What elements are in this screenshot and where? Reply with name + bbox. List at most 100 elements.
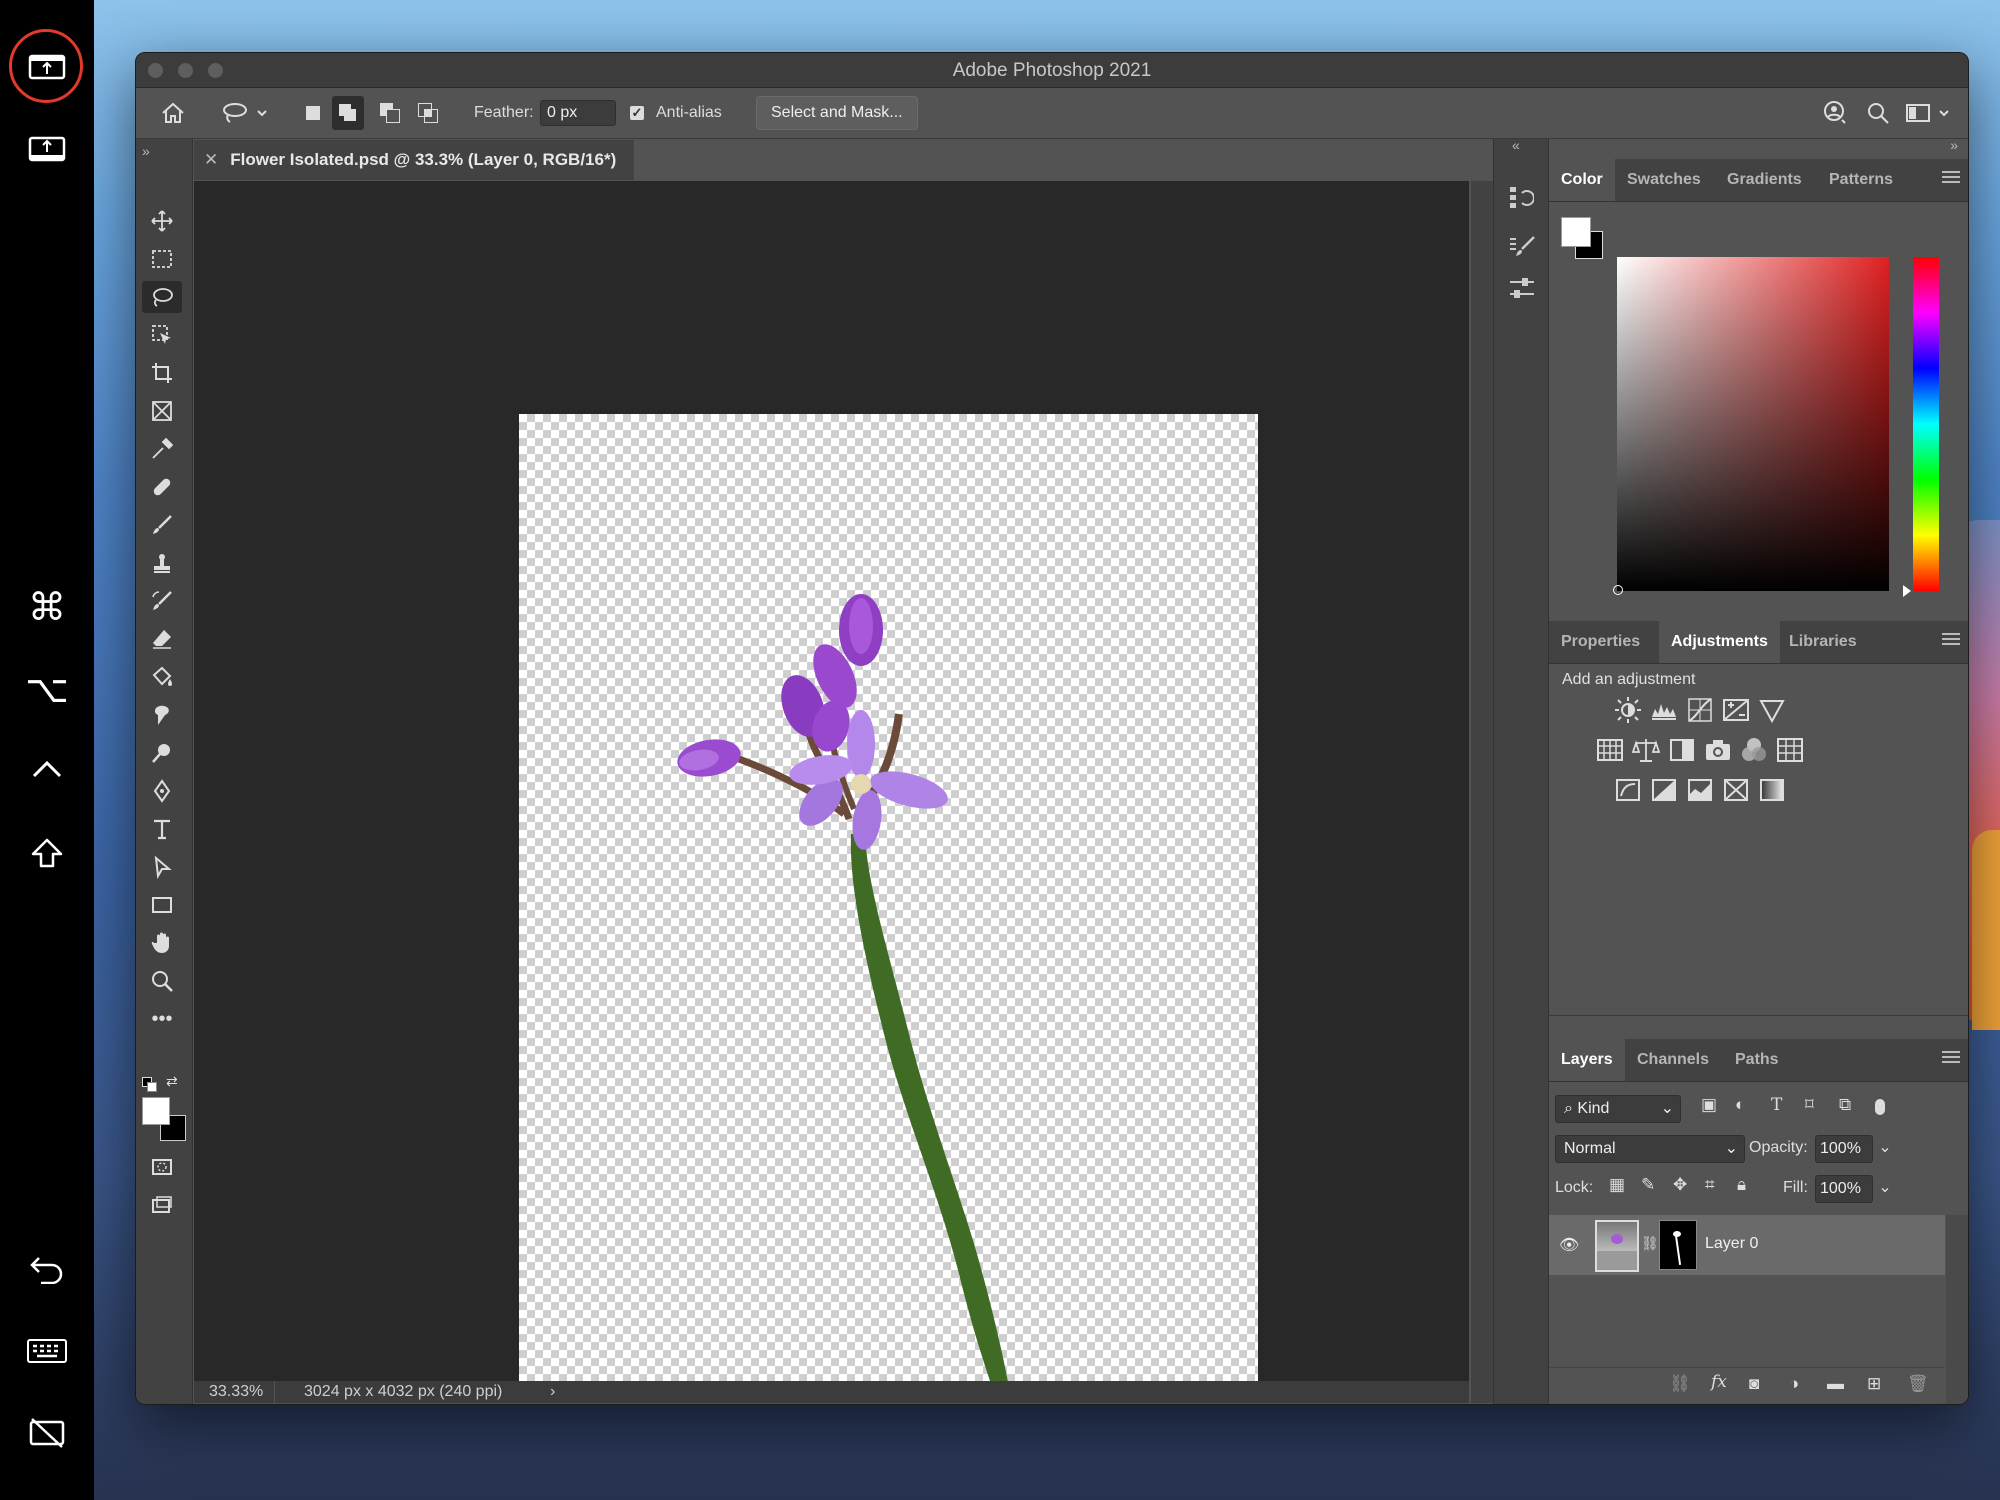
healing-brush-tool-icon[interactable] [142, 471, 182, 503]
tab-layers[interactable]: Layers [1549, 1039, 1625, 1081]
type-tool-icon[interactable] [142, 813, 182, 845]
color-balance-icon[interactable] [1631, 735, 1661, 765]
edit-toolbar-icon[interactable]: ••• [142, 1003, 182, 1035]
feather-input[interactable]: 0 px [540, 100, 616, 126]
tab-adjustments[interactable]: Adjustments [1659, 621, 1780, 663]
tab-patterns[interactable]: Patterns [1829, 159, 1893, 201]
clone-stamp-tool-icon[interactable] [142, 547, 182, 579]
filter-type-icon[interactable]: T [1771, 1095, 1782, 1115]
tab-libraries[interactable]: Libraries [1789, 621, 1857, 663]
black-white-icon[interactable] [1667, 735, 1697, 765]
hue-slider-handle[interactable] [1903, 585, 1911, 597]
rectangle-tool-icon[interactable] [142, 889, 182, 921]
tab-properties[interactable]: Properties [1561, 621, 1640, 663]
new-selection-icon[interactable] [306, 88, 320, 138]
tab-swatches[interactable]: Swatches [1627, 159, 1701, 201]
tab-channels[interactable]: Channels [1637, 1039, 1709, 1081]
select-and-mask-button[interactable]: Select and Mask... [756, 96, 918, 130]
vertical-scrollbar[interactable] [1471, 181, 1493, 1403]
keyboard-icon[interactable] [22, 1326, 72, 1376]
history-panel-icon[interactable] [1508, 183, 1535, 216]
color-panel-menu-icon[interactable] [1942, 171, 1960, 185]
workspace-icon[interactable] [1906, 88, 1952, 138]
image-canvas[interactable] [519, 414, 1258, 1398]
layer-row[interactable]: 👁︎ ⛓︎ Layer 0 [1549, 1215, 1945, 1275]
invert-icon[interactable] [1613, 775, 1643, 805]
opacity-input[interactable]: 100% [1815, 1135, 1873, 1163]
lock-position-icon[interactable]: ✥ [1673, 1175, 1687, 1195]
layer-mask-thumbnail[interactable] [1659, 1220, 1697, 1270]
filter-smart-object-icon[interactable]: ⧉ [1839, 1095, 1851, 1115]
document-tab[interactable]: ✕ Flower Isolated.psd @ 33.3% (Layer 0, … [194, 140, 634, 180]
posterize-icon[interactable] [1649, 775, 1679, 805]
color-picker-cursor[interactable] [1613, 585, 1623, 595]
hue-saturation-icon[interactable] [1595, 735, 1625, 765]
color-field[interactable] [1613, 257, 1889, 595]
link-layers-icon[interactable]: ⛓︎ [1669, 1374, 1691, 1394]
filter-pixel-icon[interactable]: ▣ [1701, 1095, 1717, 1115]
object-selection-tool-icon[interactable] [142, 319, 182, 351]
channel-mixer-icon[interactable] [1739, 735, 1769, 765]
smudge-tool-icon[interactable] [142, 699, 182, 731]
color-lookup-icon[interactable] [1775, 735, 1805, 765]
expand-toolbox-icon[interactable]: » [142, 143, 150, 159]
close-tab-icon[interactable]: ✕ [204, 150, 218, 170]
show-dock-icon[interactable] [22, 124, 72, 174]
status-menu-arrow-icon[interactable]: › [550, 1383, 555, 1401]
new-adjustment-layer-icon[interactable]: ◑ [1789, 1374, 1799, 1394]
opacity-dropdown-icon[interactable]: ⌄ [1875, 1135, 1895, 1161]
document-canvas-area[interactable] [194, 181, 1469, 1398]
delete-layer-icon[interactable]: 🗑︎ [1907, 1374, 1929, 1394]
filter-toggle-icon[interactable] [1875, 1099, 1885, 1115]
disconnect-sidecar-icon[interactable] [22, 1408, 72, 1458]
tab-paths[interactable]: Paths [1735, 1039, 1779, 1081]
zoom-level[interactable]: 33.33% [209, 1383, 263, 1401]
fill-input[interactable]: 100% [1815, 1175, 1873, 1203]
frame-tool-icon[interactable] [142, 395, 182, 427]
new-layer-icon[interactable]: ⊞ [1867, 1374, 1881, 1394]
show-menu-bar-icon[interactable] [22, 42, 72, 92]
layer-mask-link-icon[interactable]: ⛓︎ [1641, 1235, 1659, 1252]
tab-gradients[interactable]: Gradients [1727, 159, 1802, 201]
levels-icon[interactable] [1649, 695, 1679, 725]
crop-tool-icon[interactable] [142, 357, 182, 389]
hand-tool-icon[interactable] [142, 927, 182, 959]
pen-tool-icon[interactable] [142, 775, 182, 807]
photo-filter-icon[interactable] [1703, 735, 1733, 765]
swap-colors-icon[interactable]: ⇄ [166, 1073, 178, 1090]
new-group-icon[interactable]: ▬ [1827, 1374, 1844, 1394]
tab-color[interactable]: Color [1549, 159, 1615, 201]
filter-shape-icon[interactable]: ⌑ [1805, 1095, 1814, 1115]
quick-mask-icon[interactable] [142, 1151, 182, 1183]
adjustments-panel-menu-icon[interactable] [1942, 633, 1960, 647]
threshold-icon[interactable] [1685, 775, 1715, 805]
exposure-icon[interactable] [1721, 695, 1751, 725]
history-brush-tool-icon[interactable] [142, 585, 182, 617]
brush-tool-icon[interactable] [142, 509, 182, 541]
brush-settings-icon[interactable] [1508, 233, 1536, 266]
eraser-tool-icon[interactable] [142, 623, 182, 655]
marquee-tool-icon[interactable] [142, 243, 182, 275]
filter-adjustment-icon[interactable]: ◐ [1735, 1095, 1745, 1115]
curves-icon[interactable] [1685, 695, 1715, 725]
adjustments-shortcut-icon[interactable] [1508, 275, 1536, 306]
subtract-from-selection-icon[interactable] [380, 88, 400, 138]
search-icon[interactable] [1866, 88, 1890, 138]
fg-bg-color-swatches[interactable] [1561, 217, 1605, 261]
share-icon[interactable] [1822, 88, 1848, 138]
vibrance-icon[interactable] [1757, 695, 1787, 725]
hue-slider[interactable] [1913, 257, 1939, 591]
panel-expand-icon[interactable]: » [1950, 137, 1958, 153]
control-key-icon[interactable] [22, 744, 72, 794]
lock-artboard-icon[interactable]: ⌗ [1705, 1175, 1715, 1195]
antialias-checkbox[interactable]: ✓ [630, 88, 644, 138]
intersect-selection-icon[interactable] [418, 88, 438, 138]
lock-transparent-pixels-icon[interactable]: ▦ [1609, 1175, 1625, 1195]
fill-dropdown-icon[interactable]: ⌄ [1875, 1175, 1895, 1201]
zoom-tool-icon[interactable] [142, 965, 182, 997]
move-tool-icon[interactable] [142, 205, 182, 237]
blend-mode-select[interactable]: Normal ⌄ [1555, 1135, 1745, 1163]
layer-visibility-eye-icon[interactable]: 👁︎ [1559, 1235, 1579, 1255]
layer-style-icon[interactable]: fx [1711, 1372, 1727, 1392]
add-to-selection-icon[interactable] [332, 88, 364, 138]
